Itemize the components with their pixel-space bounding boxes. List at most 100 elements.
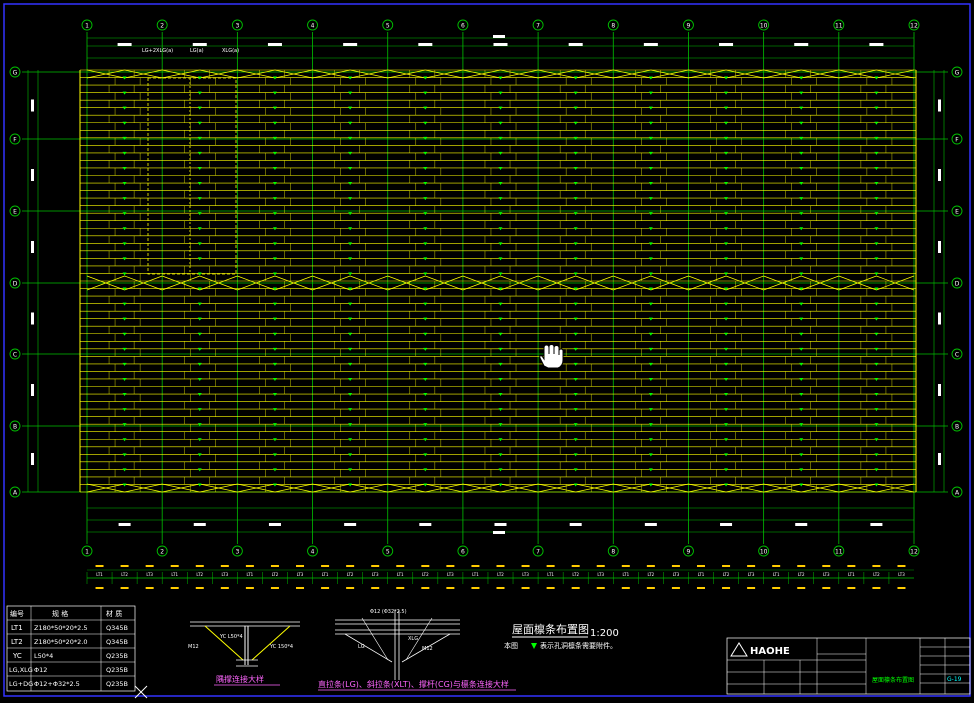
- purlin-strip-label-4-2: LT3: [447, 572, 454, 577]
- purlin-strip-label-2-0: LT1: [247, 572, 254, 577]
- dimension-text-top-5: [493, 43, 508, 46]
- axis-label-col-12-bottom: 12: [910, 549, 918, 556]
- table-row-3-material: Q235B: [106, 652, 128, 660]
- dimension-text-bottom-0: [118, 523, 131, 526]
- purlin-strip-dim2-9-1: [797, 587, 806, 589]
- purlin-strip-label-7-0: LT1: [622, 572, 629, 577]
- purlin-strip-dim2-0-1: [120, 587, 129, 589]
- dimension-text-bottom-5: [494, 523, 507, 526]
- axis-label-col-6-top: 6: [461, 23, 465, 30]
- dimension-text-right-5: [938, 99, 941, 112]
- purlin-strip-dim2-3-1: [346, 587, 355, 589]
- table-row-3-spec: L50*4: [34, 652, 53, 660]
- table-row-4-material: Q235B: [106, 666, 128, 674]
- purlin-strip-dim2-8-0: [696, 587, 705, 589]
- dimension-text-right-2: [938, 312, 941, 325]
- table-row-4-code: LG,XLG: [9, 666, 33, 674]
- detail2-label-rod: Φ12 (Φ32*2.5): [370, 609, 407, 615]
- dimension-text-top-4: [418, 43, 433, 46]
- purlin-strip-label-6-2: LT3: [597, 572, 604, 577]
- table-row-1-spec: Z180*50*20*2.5: [34, 624, 88, 632]
- purlin-strip-dim-1-2: [220, 565, 229, 567]
- purlin-strip-dim2-10-1: [872, 587, 881, 589]
- detail1-label-yc2: YC 150*4: [269, 644, 293, 650]
- dimension-text-top-10: [869, 43, 884, 46]
- axis-label-row-B-left: B: [13, 424, 17, 431]
- axis-label-col-9-bottom: 9: [687, 549, 691, 556]
- purlin-strip-dim-5-0: [471, 565, 480, 567]
- purlin-strip-dim2-1-2: [220, 587, 229, 589]
- axis-label-col-5-bottom: 5: [386, 549, 390, 556]
- table-row-2-code: LT2: [11, 638, 23, 646]
- purlin-strip-dim2-6-2: [596, 587, 605, 589]
- purlin-strip-dim2-7-2: [671, 587, 680, 589]
- title-drawing-name: 屋面檩条布置图: [872, 676, 914, 684]
- axis-label-col-11-bottom: 11: [835, 549, 843, 556]
- purlin-strip-dim-3-2: [371, 565, 380, 567]
- dimension-text-left-5: [31, 99, 34, 112]
- top-label-1: LG+2XLG(a): [142, 48, 173, 54]
- table-row-1-material: Q345B: [106, 624, 128, 632]
- purlin-strip-dim-3-1: [346, 565, 355, 567]
- table-header-code: 编号: [10, 609, 24, 618]
- purlin-strip-label-3-1: LT2: [347, 572, 354, 577]
- axis-label-col-4-bottom: 4: [311, 549, 315, 556]
- purlin-strip-label-8-2: LT3: [748, 572, 755, 577]
- purlin-strip-label-6-1: LT2: [572, 572, 579, 577]
- purlin-strip-dim2-2-2: [296, 587, 305, 589]
- purlin-strip-label-1-0: LT1: [171, 572, 178, 577]
- dimension-text-top-8: [719, 43, 734, 46]
- dimension-text-bottom-6: [569, 523, 582, 526]
- table-row-5-material: Q235B: [106, 680, 128, 688]
- purlin-strip-label-3-2: LT3: [372, 572, 379, 577]
- dimension-text-right-4: [938, 169, 941, 181]
- purlin-strip-label-9-0: LT1: [773, 572, 780, 577]
- scale-value: 1:200: [590, 628, 619, 639]
- axis-label-col-3-bottom: 3: [235, 549, 239, 556]
- purlin-strip-label-7-1: LT2: [648, 572, 655, 577]
- axis-label-row-E-left: E: [13, 209, 17, 216]
- purlin-strip-dim2-1-1: [195, 587, 204, 589]
- purlin-strip-dim-10-1: [872, 565, 881, 567]
- purlin-strip-label-1-2: LT3: [221, 572, 228, 577]
- top-label-3: XLG(a): [222, 48, 239, 54]
- detail1-label-m12: M12: [188, 644, 199, 650]
- cad-drawing-viewport[interactable]: 1 1 2 2 3 3 4 4 5 5 6 6 7 7 8 8 9 9 10 10 11 11 12 12 A A B B C C D D E E…: [0, 0, 974, 699]
- axis-label-col-2-bottom: 2: [160, 549, 164, 556]
- purlin-strip-dim-4-2: [446, 565, 455, 567]
- purlin-strip-dim-8-1: [722, 565, 731, 567]
- axis-label-row-E-right: E: [955, 209, 959, 216]
- purlin-strip-dim2-8-1: [722, 587, 731, 589]
- dimension-text-top-3: [343, 43, 358, 46]
- axis-label-col-8-top: 8: [611, 23, 615, 30]
- axis-label-col-2-top: 2: [160, 23, 164, 30]
- dimension-text-right-1: [938, 384, 941, 396]
- detail1-title: 隅撑连接大样: [216, 674, 264, 684]
- table-row-1-code: LT1: [11, 624, 23, 632]
- purlin-strip-dim-9-2: [822, 565, 831, 567]
- dimension-text-total-bottom: [493, 531, 505, 534]
- purlin-strip-dim-2-1: [270, 565, 279, 567]
- purlin-strip-dim2-7-0: [621, 587, 630, 589]
- purlin-strip-label-5-1: LT2: [497, 572, 504, 577]
- axis-label-col-5-top: 5: [386, 23, 390, 30]
- dimension-text-bottom-10: [870, 523, 883, 526]
- purlin-strip-dim2-4-2: [446, 587, 455, 589]
- axis-label-col-3-top: 3: [235, 23, 239, 30]
- purlin-strip-dim-4-0: [396, 565, 405, 567]
- purlin-strip-dim-3-0: [321, 565, 330, 567]
- purlin-strip-dim2-2-0: [245, 587, 254, 589]
- purlin-strip-label-9-2: LT3: [823, 572, 830, 577]
- purlin-strip-dim-2-0: [245, 565, 254, 567]
- purlin-strip-dim-8-0: [696, 565, 705, 567]
- dimension-text-top-9: [794, 43, 809, 46]
- purlin-strip-label-2-2: LT3: [297, 572, 304, 577]
- purlin-strip-dim-0-1: [120, 565, 129, 567]
- dimension-text-left-2: [31, 312, 34, 325]
- dimension-text-left-4: [31, 169, 34, 181]
- purlin-strip-dim2-5-2: [521, 587, 530, 589]
- axis-label-col-7-bottom: 7: [536, 549, 540, 556]
- purlin-strip-label-8-0: LT1: [698, 572, 705, 577]
- axis-label-row-F-left: F: [13, 137, 17, 144]
- dimension-text-bottom-8: [720, 523, 733, 526]
